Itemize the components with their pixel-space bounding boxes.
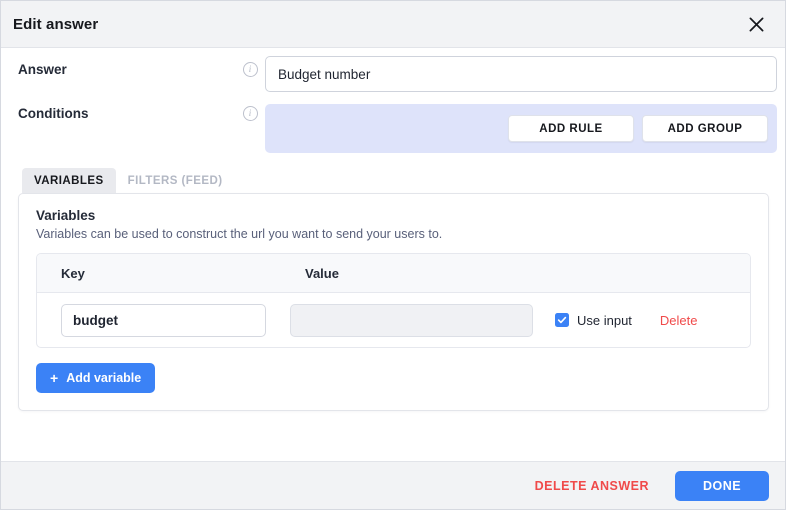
dialog-title: Edit answer <box>13 15 99 33</box>
conditions-info-icon[interactable]: i <box>235 92 265 121</box>
delete-answer-button[interactable]: DELETE ANSWER <box>529 478 655 494</box>
add-variable-button[interactable]: + Add variable <box>36 363 156 393</box>
close-icon[interactable] <box>743 11 769 37</box>
edit-answer-dialog: Edit answer Answer i Conditions i <box>0 0 786 510</box>
add-group-button[interactable]: ADD GROUP <box>642 115 768 142</box>
variables-panel: Variables Variables can be used to const… <box>18 193 769 411</box>
answer-control <box>265 48 777 92</box>
dialog-body: Answer i Conditions i ADD RULE ADD GROUP <box>1 48 785 461</box>
answer-label: Answer <box>18 62 67 77</box>
column-header-key: Key <box>61 265 85 281</box>
add-variable-label: Add variable <box>66 371 142 385</box>
use-input-label: Use input <box>577 312 632 328</box>
variable-value-input[interactable] <box>290 303 533 337</box>
tab-bar: VARIABLES FILTERS (FEED) <box>9 168 777 193</box>
use-input-checkbox[interactable] <box>555 313 569 327</box>
conditions-panel: ADD RULE ADD GROUP <box>265 104 777 153</box>
add-rule-button[interactable]: ADD RULE <box>508 115 634 142</box>
variables-table: Key Value Use input <box>36 253 751 348</box>
variables-panel-title: Variables <box>36 208 96 223</box>
variable-key-input[interactable] <box>61 303 266 337</box>
answer-row: Answer i <box>9 48 777 92</box>
tab-filters-feed[interactable]: FILTERS (FEED) <box>116 168 235 193</box>
dialog-header: Edit answer <box>1 1 785 48</box>
done-button[interactable]: DONE <box>675 470 769 501</box>
column-header-value: Value <box>305 265 339 281</box>
tab-variables[interactable]: VARIABLES <box>22 168 116 193</box>
table-row: Use input Delete <box>37 293 750 347</box>
answer-info-icon[interactable]: i <box>235 48 265 77</box>
use-input-toggle[interactable]: Use input <box>555 313 632 328</box>
conditions-label: Conditions <box>18 106 89 121</box>
dialog-footer: DELETE ANSWER DONE <box>1 461 785 509</box>
variables-table-header: Key Value <box>37 254 750 293</box>
answer-input[interactable] <box>265 56 777 92</box>
delete-variable-link[interactable]: Delete <box>660 313 698 328</box>
plus-icon: + <box>50 370 59 386</box>
conditions-row: Conditions i ADD RULE ADD GROUP <box>9 92 777 153</box>
conditions-control: ADD RULE ADD GROUP <box>265 92 777 153</box>
variable-value-cell: Use input Delete <box>266 303 750 337</box>
variables-panel-description: Variables can be used to construct the u… <box>36 227 443 241</box>
